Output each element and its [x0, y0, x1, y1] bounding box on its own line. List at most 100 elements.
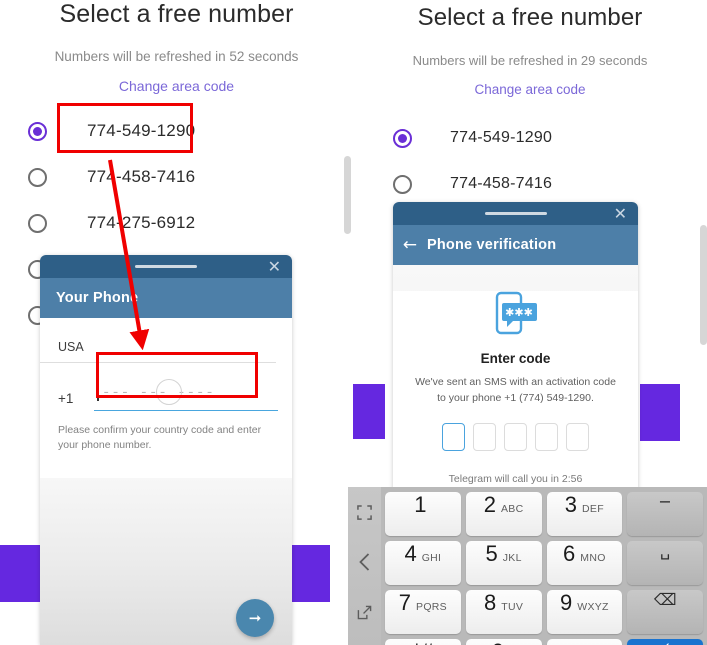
- list-item[interactable]: 774-458-7416: [0, 154, 353, 200]
- dialog-appbar: Your Phone: [40, 278, 292, 318]
- share-external-icon[interactable]: [348, 587, 381, 637]
- screenshot-root: Select a free number Numbers will be ref…: [0, 0, 707, 645]
- key-6[interactable]: 6 MNO: [546, 541, 623, 585]
- key-letters: JKL: [502, 552, 522, 564]
- call-timer-text: Telegram will call you in 2:56: [448, 472, 583, 485]
- key-letters: GHI: [421, 552, 442, 564]
- dialog-title: Phone verification: [427, 237, 557, 253]
- back-chevron-icon[interactable]: [348, 537, 381, 587]
- change-area-code-link[interactable]: Change area code: [0, 78, 353, 94]
- key-3[interactable]: 3 DEF: [546, 492, 623, 536]
- code-digit-input[interactable]: [566, 422, 589, 451]
- space-icon: ␣: [660, 541, 671, 560]
- blank-key[interactable]: [546, 639, 623, 645]
- background-block: [288, 545, 330, 602]
- key-letters: PQRS: [416, 601, 447, 613]
- key-7[interactable]: 7 PQRS: [385, 590, 461, 634]
- submit-phone-button[interactable]: ➞: [236, 599, 274, 637]
- arrow-left-icon[interactable]: ←: [393, 235, 427, 255]
- fullscreen-icon[interactable]: [348, 487, 381, 537]
- radio-icon[interactable]: [28, 121, 47, 141]
- key-digit: 6: [563, 541, 576, 566]
- country-code-value: +1: [58, 391, 74, 406]
- radio-icon[interactable]: [393, 128, 412, 148]
- close-icon[interactable]: ✕: [268, 258, 281, 275]
- key-2[interactable]: 2 ABC: [465, 492, 542, 536]
- code-digit-input[interactable]: [473, 422, 496, 451]
- list-item[interactable]: 774-275-6912: [0, 200, 353, 246]
- background-block: [640, 384, 680, 441]
- key-0[interactable]: 0+: [465, 639, 542, 645]
- dialog-title: Your Phone: [56, 290, 139, 306]
- drag-handle-icon[interactable]: [135, 265, 197, 268]
- radio-icon[interactable]: [28, 167, 47, 187]
- key-letters: TUV: [501, 601, 524, 613]
- dialog-appbar: ← Phone verification: [393, 225, 638, 265]
- key-digit: 1: [414, 492, 427, 517]
- refresh-countdown: Numbers will be refreshed in 29 seconds: [412, 53, 648, 68]
- drag-handle-icon[interactable]: [484, 212, 547, 215]
- emulator-sidebar: [348, 487, 381, 645]
- phone-number-value: 774-549-1290: [450, 129, 553, 146]
- key-1[interactable]: 1: [385, 492, 461, 536]
- svg-text:✱✱✱: ✱✱✱: [505, 306, 533, 319]
- phone-number-value: 774-275-6912: [87, 213, 196, 232]
- code-digit-input[interactable]: [535, 422, 558, 451]
- key-digit: 8: [484, 590, 497, 615]
- android-numeric-keypad: 1 2 ABC 3 DEF − 4 GHI 5 JKL 6 MNO ␣ 7 PQRS 8 TU…: [381, 487, 707, 645]
- key-digit: *#: [412, 639, 433, 645]
- key-letters: MNO: [580, 552, 606, 564]
- minus-icon: −: [658, 492, 672, 511]
- code-digit-input[interactable]: [442, 422, 465, 451]
- key-digit: 9: [559, 590, 573, 615]
- go-key[interactable]: ✓: [627, 639, 703, 645]
- phone-number-value: 774-458-7416: [87, 167, 196, 186]
- dialog-drag-bar[interactable]: ✕: [393, 202, 638, 225]
- page-title: Select a free number: [417, 4, 643, 31]
- key-digit: 5: [485, 541, 498, 566]
- background-block: [353, 384, 385, 439]
- backspace-key[interactable]: ⌫: [627, 590, 703, 634]
- key-digit: 7: [398, 590, 412, 615]
- key-4[interactable]: 4 GHI: [385, 541, 461, 585]
- phone-number-value: 774-458-7416: [450, 175, 553, 192]
- key-digit: 4: [404, 541, 417, 566]
- scrollbar-left[interactable]: [344, 156, 351, 234]
- radio-icon[interactable]: [393, 174, 412, 194]
- text-caret: [97, 384, 99, 401]
- key-letters: DEF: [582, 503, 604, 515]
- change-area-code-link[interactable]: Change area code: [353, 82, 707, 97]
- refresh-countdown: Numbers will be refreshed in 52 seconds: [54, 49, 299, 64]
- key-letters: ABC: [501, 503, 524, 515]
- key-letters: WXYZ: [577, 601, 609, 613]
- dash-key[interactable]: −: [627, 492, 703, 536]
- list-item[interactable]: 774-549-1290: [353, 115, 707, 161]
- radio-icon[interactable]: [28, 213, 47, 233]
- close-icon[interactable]: ✕: [614, 205, 627, 222]
- key-8[interactable]: 8 TUV: [465, 590, 542, 634]
- key-5[interactable]: 5 JKL: [465, 541, 542, 585]
- your-phone-dialog: ✕ Your Phone USA +1 --- --- ---- Please …: [40, 255, 292, 645]
- sms-phone-icon: ✱✱✱: [493, 291, 539, 335]
- key-digit: 2: [483, 492, 496, 517]
- enter-code-heading: Enter code: [480, 351, 551, 366]
- phone-number-value: 774-549-1290: [87, 121, 196, 140]
- key-9[interactable]: 9 WXYZ: [546, 590, 623, 634]
- list-item[interactable]: 774-458-7416: [353, 161, 707, 207]
- key-digit: 0: [492, 639, 504, 645]
- phone-number-input[interactable]: --- --- ----: [94, 379, 278, 411]
- phone-entry-row: +1 --- --- ----: [40, 363, 292, 411]
- background-block: [0, 545, 42, 602]
- touch-ripple-icon: [156, 379, 182, 405]
- code-digit-input[interactable]: [504, 422, 527, 451]
- country-field[interactable]: USA: [40, 318, 276, 363]
- dialog-drag-bar[interactable]: ✕: [40, 255, 292, 278]
- check-icon: ✓: [659, 639, 672, 645]
- space-key[interactable]: ␣: [627, 541, 703, 585]
- sms-description: We've sent an SMS with an activation cod…: [415, 376, 616, 405]
- number-list-right: 774-549-1290 774-458-7416: [353, 115, 707, 207]
- scrollbar-right[interactable]: [700, 225, 707, 345]
- key-star-hash[interactable]: *#: [385, 639, 461, 645]
- list-item[interactable]: 774-549-1290: [0, 108, 353, 154]
- dialog-body: USA +1 --- --- ---- Please confirm your …: [40, 318, 292, 478]
